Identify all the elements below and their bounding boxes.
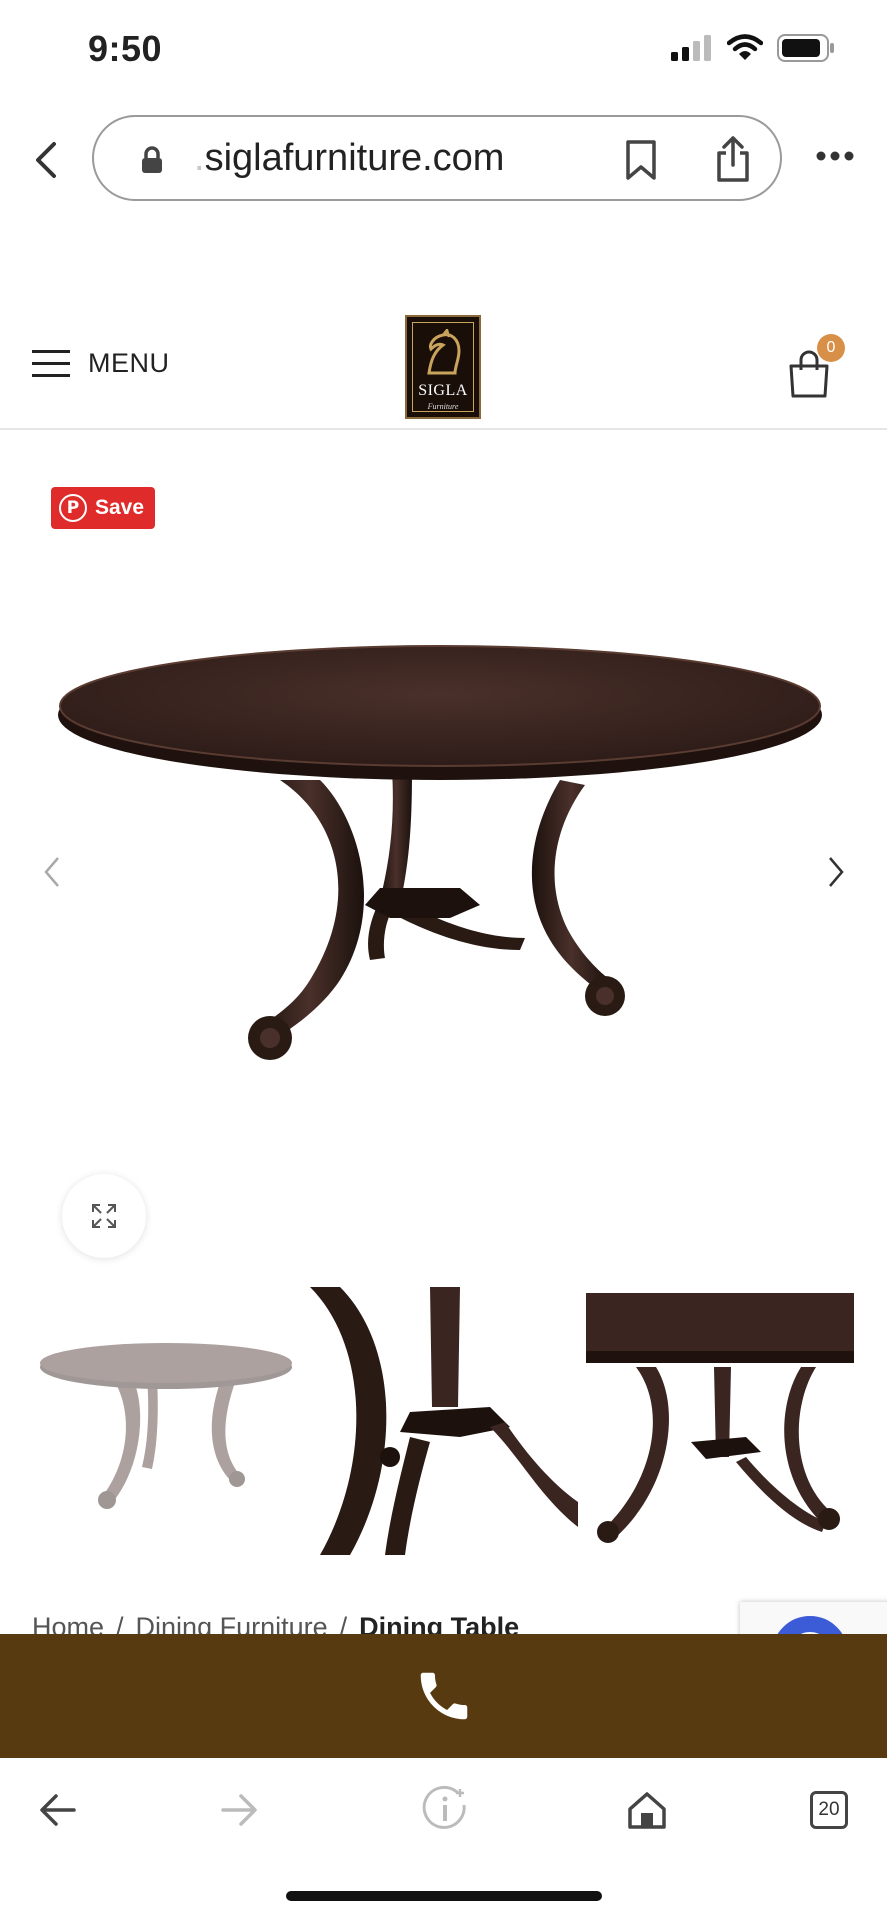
pinterest-save-label: Save bbox=[95, 496, 145, 519]
menu-button[interactable]: MENU bbox=[32, 348, 170, 379]
status-bar: 9:50 bbox=[0, 0, 887, 100]
status-icons bbox=[671, 34, 835, 62]
forward-arrow-icon bbox=[221, 1794, 257, 1826]
logo-text: SIGLA bbox=[418, 382, 468, 399]
menu-label: MENU bbox=[88, 348, 170, 378]
wifi-icon bbox=[727, 34, 763, 60]
logo-subtext: Furniture bbox=[427, 402, 459, 411]
fullscreen-button[interactable] bbox=[62, 1174, 146, 1258]
main-product-image[interactable] bbox=[40, 620, 840, 1140]
phone-icon bbox=[420, 1672, 467, 1720]
prev-image-chevron-icon[interactable] bbox=[32, 850, 72, 894]
toolbar-tabs-button[interactable]: 20 bbox=[799, 1780, 859, 1840]
home-indicator bbox=[286, 1891, 602, 1901]
cart-count-badge: 0 bbox=[817, 334, 845, 362]
thumbnail-3[interactable] bbox=[586, 1287, 854, 1555]
browser-back-chevron-icon[interactable] bbox=[26, 138, 66, 182]
next-image-chevron-icon[interactable] bbox=[816, 850, 856, 894]
pinterest-save-button[interactable]: P Save bbox=[51, 487, 155, 529]
back-arrow-icon bbox=[40, 1794, 76, 1826]
toolbar-info-button[interactable] bbox=[415, 1780, 475, 1840]
hamburger-icon bbox=[32, 349, 70, 377]
more-icon[interactable] bbox=[815, 150, 855, 162]
site-header: MENU SIGLA Furniture 0 bbox=[0, 300, 887, 430]
info-icon bbox=[422, 1785, 466, 1829]
toolbar-home-button[interactable] bbox=[617, 1780, 677, 1840]
table-thumb-full bbox=[40, 1343, 292, 1509]
url-text: .siglafurniture.com bbox=[194, 137, 504, 180]
thumbnail-1[interactable] bbox=[32, 1287, 300, 1555]
thumbnail-2[interactable] bbox=[310, 1287, 578, 1555]
home-icon bbox=[628, 1792, 666, 1829]
horse-head-icon bbox=[427, 329, 461, 375]
address-bar[interactable]: .siglafurniture.com bbox=[92, 115, 782, 201]
table-thumb-base-detail bbox=[310, 1287, 578, 1555]
status-time: 9:50 bbox=[88, 28, 163, 69]
cart-button[interactable]: 0 bbox=[787, 334, 847, 400]
thumbnail-strip bbox=[32, 1287, 854, 1555]
signal-icon bbox=[671, 35, 711, 61]
table-thumb-angle bbox=[586, 1293, 854, 1543]
url-prefix: . bbox=[194, 137, 205, 179]
toolbar-forward-button[interactable] bbox=[209, 1780, 269, 1840]
expand-icon bbox=[92, 1204, 116, 1228]
url-domain: siglafurniture.com bbox=[204, 137, 505, 179]
browser-url-row: .siglafurniture.com bbox=[0, 112, 887, 208]
pinterest-icon: P bbox=[59, 494, 87, 522]
lock-icon bbox=[142, 146, 162, 173]
toolbar-back-button[interactable] bbox=[28, 1780, 88, 1840]
sigla-logo[interactable]: SIGLA Furniture bbox=[405, 315, 481, 419]
battery-icon bbox=[777, 34, 834, 62]
share-icon[interactable] bbox=[714, 135, 752, 183]
tabs-icon: 20 bbox=[810, 1791, 848, 1829]
bookmark-icon[interactable] bbox=[624, 139, 658, 181]
call-bar[interactable] bbox=[0, 1634, 887, 1758]
